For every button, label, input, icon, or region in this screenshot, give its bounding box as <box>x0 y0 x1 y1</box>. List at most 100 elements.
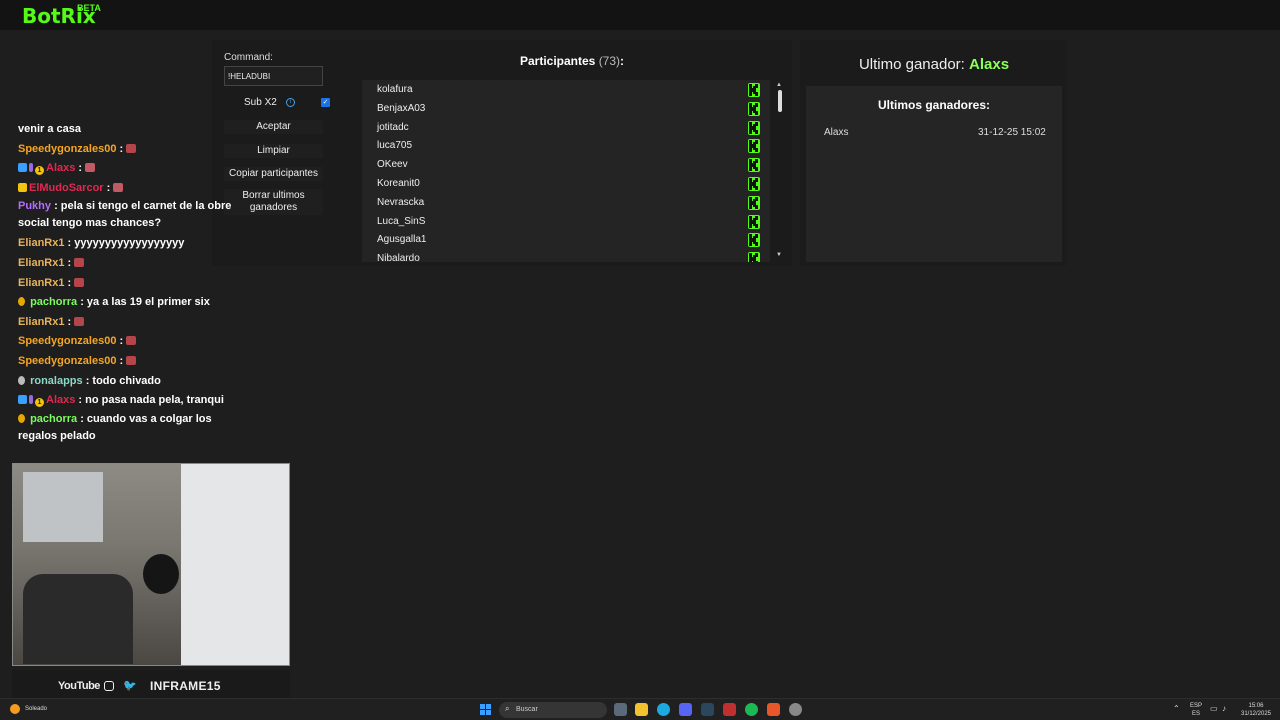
chat-username: pachorra <box>30 412 78 425</box>
participants-colon: : <box>620 54 625 68</box>
network-icon[interactable]: ▭ <box>1210 704 1218 713</box>
badge-icon <box>18 395 27 405</box>
chat-text: ya a las 19 el primer six <box>86 296 210 309</box>
beta-badge: BETA <box>77 3 101 13</box>
chat-message: ElianRx1 : <box>18 254 238 274</box>
tray-chevron-icon[interactable]: ⌃ <box>1173 704 1180 713</box>
emote-icon <box>74 277 85 287</box>
steam-icon[interactable] <box>701 703 714 716</box>
app-icon[interactable] <box>723 703 736 716</box>
chat-username: Speedygonzales00 <box>18 354 117 367</box>
participant-name: luca705 <box>377 140 413 152</box>
discord-icon[interactable] <box>679 703 692 716</box>
delete-winners-line1: Borrar ultimos <box>242 190 305 201</box>
social-handle: INFRAME15 <box>150 679 221 693</box>
copy-participants-button[interactable]: Copiar participantes <box>224 167 323 181</box>
settings-icon[interactable] <box>789 703 802 716</box>
chat-username: Speedygonzales00 <box>18 142 117 155</box>
scroll-down-icon[interactable]: ▼ <box>776 252 782 258</box>
kick-icon <box>748 176 760 191</box>
participant-name: Nibalardo <box>377 253 420 262</box>
chat-username: Pukhy <box>18 200 52 213</box>
youtube-logo: YouTube <box>58 680 100 692</box>
participant-row[interactable]: kolafura <box>362 80 770 99</box>
badge-icon <box>18 413 25 423</box>
kick-icon <box>748 195 760 210</box>
delete-winners-button[interactable]: Borrar ultimos ganadores <box>224 189 323 215</box>
participant-name: Luca_SinS <box>377 215 426 227</box>
chat-message: pachorra : cuando vas a colgar los regal… <box>18 412 212 442</box>
file-explorer-icon[interactable] <box>635 703 648 716</box>
emote-icon <box>126 143 137 153</box>
participant-row[interactable]: Nibalardo <box>362 249 770 262</box>
chat-message: ronalapps : todo chivado <box>18 372 238 392</box>
chat-text: venir a casa <box>18 123 81 135</box>
participant-row[interactable]: Agusgalla1 <box>362 230 770 249</box>
emote-icon <box>126 336 137 346</box>
chat-message: 1 Alaxs : no pasa nada pela, tranqui <box>18 391 238 411</box>
taskbar-search[interactable]: ⌕ Buscar <box>499 702 607 718</box>
participant-row[interactable]: Luca_SinS <box>362 212 770 231</box>
chat-username: ronalapps <box>30 374 83 387</box>
webcam-microphone <box>143 554 179 594</box>
crown-badge-icon <box>18 182 27 192</box>
participant-row[interactable]: luca705 <box>362 136 770 155</box>
participants-scrollbar[interactable]: ▲ ▼ <box>776 82 784 262</box>
chat-username: Alaxs <box>46 162 76 175</box>
keyboard-code: ES <box>1191 711 1200 717</box>
edge-icon[interactable] <box>657 703 670 716</box>
last-winner-name: Alaxs <box>969 56 1010 73</box>
winner-history-name: Alaxs <box>824 127 849 138</box>
volume-icon[interactable]: ♪ <box>1222 704 1226 713</box>
sub-x2-checkbox[interactable]: ✓ <box>321 98 330 107</box>
twitter-icon: 🐦 <box>123 680 137 692</box>
clear-button[interactable]: Limpiar <box>224 144 323 158</box>
chat-username: Alaxs <box>46 394 76 407</box>
chat-message: ElianRx1 : <box>18 313 238 333</box>
participant-row[interactable]: jotitadc <box>362 118 770 137</box>
clock-time: 15:06 <box>1248 703 1264 709</box>
participants-list[interactable]: kolafura BenjaxA03 jotitadc luca705 OKeev Kor… <box>362 80 770 262</box>
weather-text[interactable]: Soleado <box>25 706 47 712</box>
weather-sun-icon[interactable] <box>10 704 20 714</box>
info-icon[interactable]: i <box>286 98 295 107</box>
kick-icon <box>748 214 760 229</box>
badge-icon <box>18 375 25 385</box>
chat-message: venir a casa <box>18 120 238 140</box>
clock[interactable]: 15:06 31/12/2025 <box>1238 702 1274 718</box>
chat-message: pachorra : ya a las 19 el primer six <box>18 293 238 313</box>
app-icon[interactable] <box>767 703 780 716</box>
participant-name: kolafura <box>377 84 413 95</box>
language-indicator[interactable]: ESP ES <box>1188 702 1204 718</box>
badge-icon <box>18 163 27 173</box>
kick-icon <box>748 233 760 248</box>
kick-icon <box>748 158 760 173</box>
last-winner-label: Ultimo ganador: <box>858 56 965 73</box>
spotify-icon[interactable] <box>745 703 758 716</box>
emote-icon <box>85 163 96 173</box>
participant-row[interactable]: Koreanit0 <box>362 174 770 193</box>
kick-icon <box>748 120 760 135</box>
webcam-drums <box>23 574 133 664</box>
task-view-icon[interactable] <box>614 703 627 716</box>
windows-start-icon[interactable] <box>480 704 491 715</box>
participant-row[interactable]: Nevrascka <box>362 193 770 212</box>
accept-button[interactable]: Aceptar <box>224 120 323 134</box>
scroll-thumb[interactable] <box>778 90 782 112</box>
winner-history-date: 31-12-25 15:02 <box>978 127 1046 138</box>
instagram-icon <box>104 681 114 691</box>
chat-message: Pukhy : pela si tengo el carnet de la ob… <box>18 200 232 230</box>
chat-username: ElianRx1 <box>18 315 65 328</box>
command-input[interactable] <box>224 66 323 86</box>
participant-row[interactable]: BenjaxA03 <box>362 99 770 118</box>
chat-username: pachorra <box>30 296 78 309</box>
clock-date: 31/12/2025 <box>1240 711 1272 717</box>
language-code: ESP <box>1189 703 1202 709</box>
participant-row[interactable]: OKeev <box>362 155 770 174</box>
webcam-feed <box>12 463 290 666</box>
chat-username: ElianRx1 <box>18 276 65 289</box>
participants-title: Participantes (73): <box>362 54 782 68</box>
scroll-up-icon[interactable]: ▲ <box>776 82 782 88</box>
chat-text: yyyyyyyyyyyyyyyyyy <box>74 237 185 250</box>
chat-text: todo chivado <box>92 374 161 387</box>
